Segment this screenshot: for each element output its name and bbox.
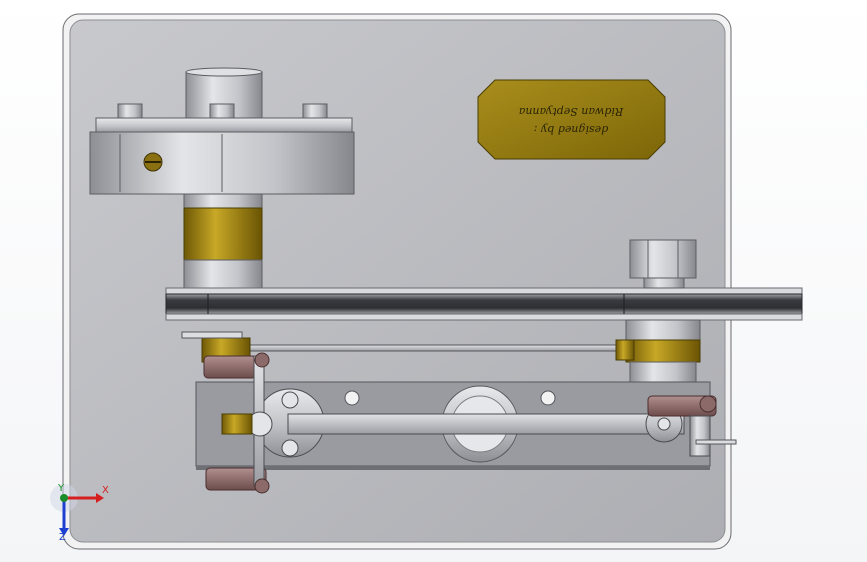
- triad-z-label: Z: [59, 532, 66, 543]
- triad-x-label: X: [102, 485, 109, 496]
- drive-belt[interactable]: [165, 287, 803, 321]
- triad-y-label: Y: [58, 483, 65, 494]
- cad-viewport[interactable]: designed by : Ridwan Septyanna X Y Z: [0, 0, 867, 562]
- nameplate: [477, 79, 666, 160]
- assembly-model[interactable]: [0, 0, 867, 562]
